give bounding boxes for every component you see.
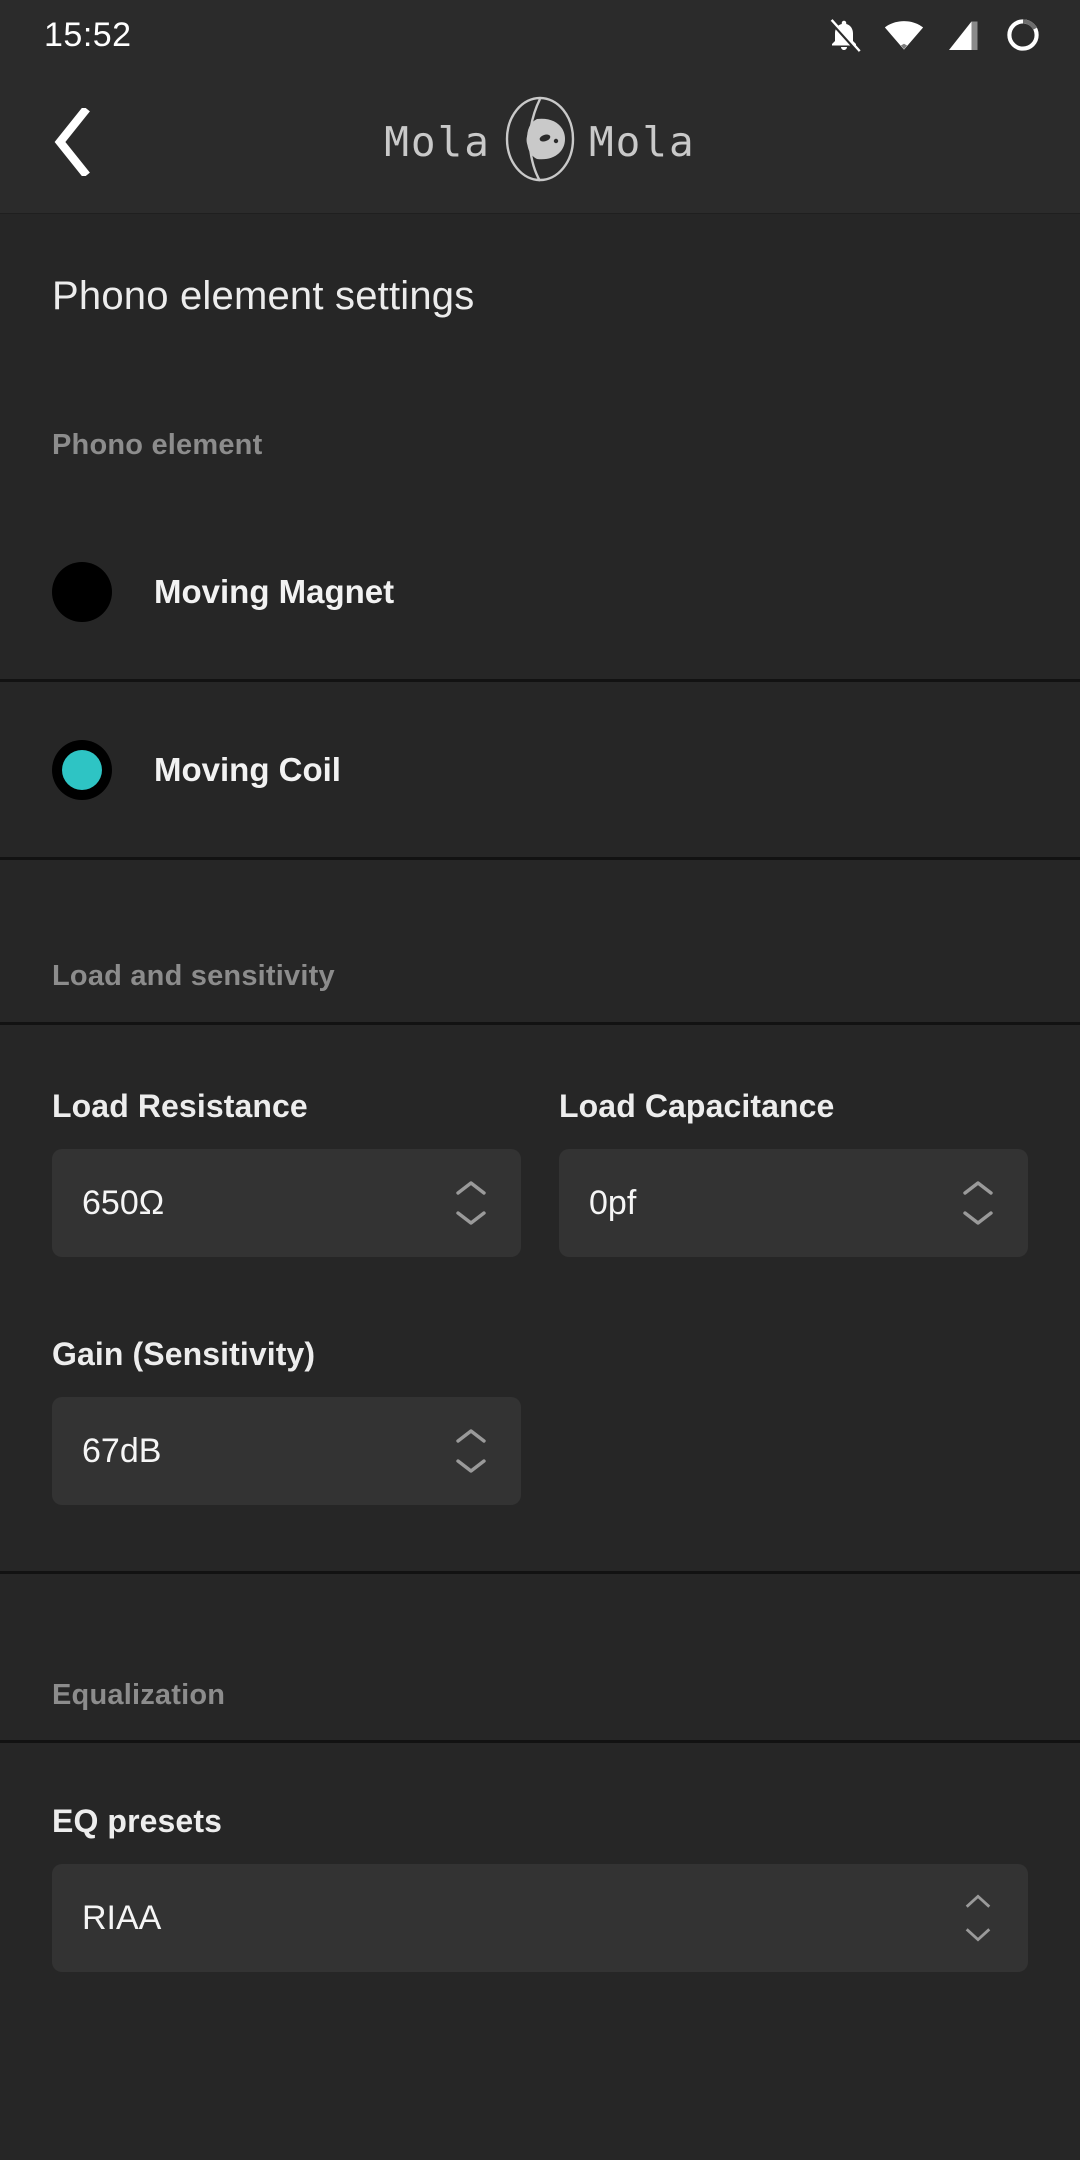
- stepper-input-load-resistance[interactable]: 650Ω: [52, 1149, 521, 1257]
- stepper-controls[interactable]: [449, 1426, 493, 1476]
- radio-label-moving-coil: Moving Coil: [154, 750, 341, 788]
- chevron-up-icon: [963, 1181, 993, 1195]
- field-value-load-resistance: 650Ω: [82, 1183, 165, 1222]
- radio-option-moving-magnet[interactable]: Moving Magnet: [0, 504, 1080, 679]
- status-bar-icons: [826, 16, 1042, 54]
- stepper-controls[interactable]: [956, 1891, 1000, 1945]
- sunfish-logo-icon: [497, 91, 583, 192]
- brand-logo-word-right: Mola: [589, 117, 696, 166]
- field-value-load-capacitance: 0pf: [589, 1183, 637, 1222]
- field-value-gain-sensitivity: 67dB: [82, 1431, 162, 1470]
- section-header-phono-element: Phono element: [52, 429, 263, 461]
- chevron-up-icon: [965, 1894, 991, 1908]
- field-label-load-capacitance: Load Capacitance: [559, 1088, 835, 1124]
- chevron-down-icon: [456, 1211, 486, 1225]
- chevron-up-icon: [456, 1181, 486, 1195]
- chevron-down-icon: [456, 1459, 486, 1473]
- radio-option-moving-coil[interactable]: Moving Coil: [0, 682, 1080, 857]
- equalization-fields: EQ presets RIAA: [0, 1803, 1080, 1972]
- chevron-down-icon: [963, 1211, 993, 1225]
- radio-label-moving-magnet: Moving Magnet: [154, 572, 395, 610]
- field-eq-presets: EQ presets RIAA: [52, 1803, 1028, 1972]
- radio-button-selected-icon[interactable]: [52, 739, 112, 800]
- page-title: Phono element settings: [52, 274, 475, 318]
- cellular-signal-icon: [946, 17, 982, 53]
- app-bar: Mola Mola: [0, 70, 1080, 214]
- field-label-load-resistance: Load Resistance: [52, 1088, 308, 1124]
- field-gain-sensitivity: Gain (Sensitivity) 67dB: [52, 1336, 521, 1505]
- field-load-resistance: Load Resistance 650Ω: [52, 1088, 521, 1257]
- field-label-eq-presets: EQ presets: [52, 1803, 222, 1839]
- radio-button-unselected-icon[interactable]: [52, 561, 112, 622]
- settings-content: Phono element settings Phono element Mov…: [0, 214, 1080, 1972]
- chevron-left-icon: [54, 107, 90, 176]
- battery-circle-icon: [1004, 16, 1042, 54]
- field-label-gain-sensitivity: Gain (Sensitivity): [52, 1336, 316, 1372]
- stepper-input-eq-presets[interactable]: RIAA: [52, 1864, 1028, 1972]
- field-load-capacitance: Load Capacitance 0pf: [559, 1088, 1028, 1257]
- section-header-equalization: Equalization: [52, 1679, 226, 1711]
- stepper-input-load-capacitance[interactable]: 0pf: [559, 1149, 1028, 1257]
- notifications-off-icon: [826, 16, 862, 54]
- field-value-eq-presets: RIAA: [82, 1898, 162, 1937]
- back-button[interactable]: [36, 106, 108, 178]
- stepper-controls[interactable]: [449, 1178, 493, 1228]
- section-header-load-and-sensitivity: Load and sensitivity: [52, 960, 335, 992]
- wifi-icon: [884, 16, 924, 54]
- brand-logo-word-left: Mola: [384, 117, 491, 166]
- field-spacer: [559, 1336, 1028, 1505]
- brand-logo: Mola Mola: [384, 91, 696, 192]
- status-bar-clock: 15:52: [44, 15, 132, 54]
- stepper-input-gain-sensitivity[interactable]: 67dB: [52, 1397, 521, 1505]
- chevron-up-icon: [456, 1429, 486, 1443]
- phone-screen: 15:52 Mola Mola Phono element settings P…: [0, 0, 1080, 2160]
- stepper-controls[interactable]: [956, 1178, 1000, 1228]
- chevron-down-icon: [965, 1928, 991, 1942]
- load-sensitivity-fields: Load Resistance 650Ω Load Capacitance 0p…: [0, 1088, 1080, 1505]
- status-bar: 15:52: [0, 0, 1080, 70]
